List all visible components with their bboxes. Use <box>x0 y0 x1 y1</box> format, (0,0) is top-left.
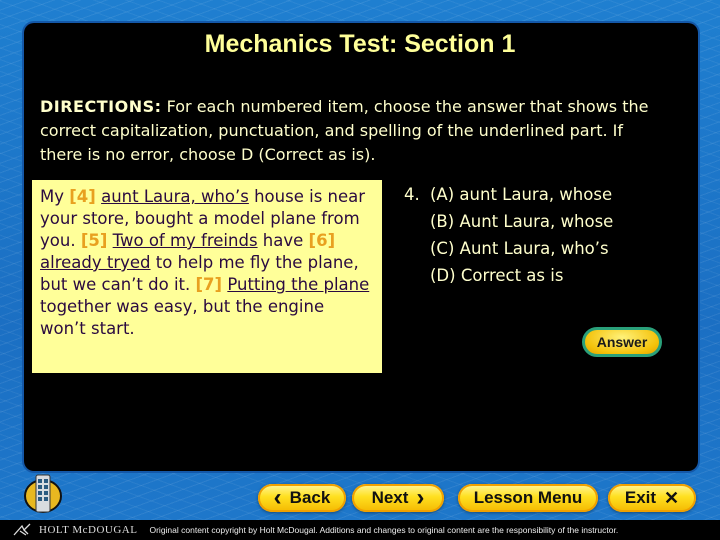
close-icon: ✕ <box>664 487 680 508</box>
answer-choices: 4. (A) aunt Laura, whose (B) Aunt Laura,… <box>404 181 694 289</box>
item-number: [4] <box>69 187 96 206</box>
next-label: Next <box>371 488 409 507</box>
chevron-left-icon: ‹ <box>273 484 282 511</box>
option-text: Correct as is <box>460 266 564 285</box>
option-letter: (D) <box>430 266 456 285</box>
passage-box: My [4] aunt Laura, who’s house is near y… <box>32 180 382 373</box>
directions: DIRECTIONS: For each numbered item, choo… <box>40 95 660 167</box>
holt-mcdougal-logo-icon <box>13 523 31 536</box>
page-title: Mechanics Test: Section 1 <box>204 30 516 58</box>
option-letter: (C) <box>430 239 455 258</box>
answer-option-c: (C) Aunt Laura, who’s <box>404 235 694 262</box>
option-letter: (B) <box>430 212 455 231</box>
item-number: [6] <box>308 231 336 250</box>
chevron-right-icon: › <box>416 484 425 511</box>
option-text: aunt Laura, whose <box>459 185 613 204</box>
remote-control-icon[interactable] <box>22 474 64 514</box>
item-number: [7] <box>195 275 223 294</box>
passage-text: together was easy, but the engine won’t … <box>40 297 325 338</box>
option-text: Aunt Laura, who’s <box>459 239 609 258</box>
passage-text: My <box>40 187 70 206</box>
brand-logo: HOLT McDOUGAL <box>12 523 137 537</box>
directions-label: DIRECTIONS: <box>40 97 162 116</box>
answer-option-a: 4. (A) aunt Laura, whose <box>404 181 694 208</box>
exit-button[interactable]: Exit ✕ <box>608 484 696 512</box>
lesson-menu-button[interactable]: Lesson Menu <box>458 484 598 512</box>
option-letter: (A) <box>430 185 455 204</box>
lesson-menu-label: Lesson Menu <box>473 488 583 507</box>
back-button[interactable]: ‹ Back <box>258 484 346 512</box>
answer-option-b: (B) Aunt Laura, whose <box>404 208 694 235</box>
back-label: Back <box>289 488 331 507</box>
underlined-part: already tryed <box>40 253 151 272</box>
underlined-part: Two of my freinds <box>112 231 258 250</box>
footer: HOLT McDOUGAL Original content copyright… <box>0 520 720 540</box>
answer-option-d: (D) Correct as is <box>404 262 694 289</box>
copyright-text: Original content copyright by Holt McDou… <box>149 525 619 535</box>
underlined-part: Putting the plane <box>227 275 370 294</box>
passage-text: have <box>257 231 309 250</box>
brand-name: HOLT McDOUGAL <box>39 524 138 536</box>
item-number: [5] <box>80 231 108 250</box>
next-button[interactable]: Next › <box>352 484 444 512</box>
exit-label: Exit <box>624 488 657 507</box>
question-number: 4. <box>404 185 420 204</box>
option-text: Aunt Laura, whose <box>459 212 614 231</box>
answer-button[interactable]: Answer <box>582 327 662 357</box>
underlined-part: aunt Laura, who’s <box>101 187 249 206</box>
